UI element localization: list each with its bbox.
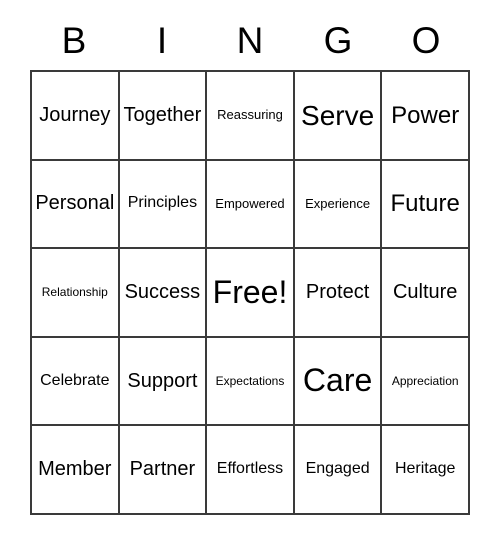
bingo-cell[interactable]: Member bbox=[32, 426, 120, 515]
bingo-cell[interactable]: Future bbox=[382, 160, 470, 250]
bingo-cell-label: Effortless bbox=[216, 460, 284, 478]
bingo-header-letter-0: B bbox=[61, 19, 87, 61]
bingo-grid: Journey Together Reassuring Serve Power Perso… bbox=[30, 70, 470, 515]
bingo-cell-label: Protect bbox=[305, 280, 370, 303]
bingo-cell-label: Free! bbox=[212, 273, 288, 310]
bingo-cell[interactable]: Support bbox=[119, 337, 208, 427]
bingo-cell-label: Engaged bbox=[305, 460, 370, 478]
bingo-cell-label: Appreciation bbox=[391, 373, 459, 388]
bingo-cell-label: Celebrate bbox=[40, 371, 110, 389]
bingo-header-row: BINGO bbox=[30, 14, 470, 66]
bingo-header-letter-2: N bbox=[236, 19, 264, 61]
bingo-cell[interactable]: Effortless bbox=[207, 426, 295, 515]
bingo-cell[interactable]: Expectations bbox=[207, 337, 295, 427]
bingo-cell[interactable]: Care bbox=[294, 337, 383, 427]
bingo-cell-label: Together bbox=[123, 103, 202, 126]
bingo-cell[interactable]: Culture bbox=[382, 249, 470, 338]
bingo-cell-label: Support bbox=[127, 369, 198, 392]
bingo-cell-label: Power bbox=[391, 101, 460, 129]
bingo-cell-label: Principles bbox=[127, 194, 198, 212]
bingo-cell-label: Personal bbox=[35, 192, 115, 215]
bingo-cell[interactable]: Serve bbox=[294, 72, 383, 161]
bingo-cell[interactable]: Together bbox=[119, 72, 208, 161]
bingo-cell[interactable]: Success bbox=[119, 249, 208, 338]
bingo-cell-label: Member bbox=[38, 458, 112, 481]
bingo-cell[interactable]: Engaged bbox=[294, 426, 383, 515]
bingo-cell-label: Partner bbox=[129, 458, 196, 481]
bingo-cell[interactable]: Journey bbox=[32, 72, 120, 161]
bingo-header-letter-1: I bbox=[156, 19, 168, 61]
bingo-cell-label: Heritage bbox=[394, 460, 456, 478]
bingo-cell[interactable]: Power bbox=[382, 72, 470, 161]
bingo-cell[interactable]: Celebrate bbox=[32, 337, 120, 427]
bingo-cell-label: Future bbox=[390, 190, 460, 218]
bingo-header-letter-4: O bbox=[411, 19, 441, 61]
bingo-cell[interactable]: Appreciation bbox=[382, 337, 470, 427]
bingo-cell[interactable]: Protect bbox=[294, 249, 383, 338]
bingo-cell-label: Care bbox=[302, 362, 373, 399]
bingo-cell-label: Expectations bbox=[215, 373, 285, 388]
bingo-cell-label: Experience bbox=[305, 196, 371, 212]
bingo-cell-label: Journey bbox=[39, 103, 111, 126]
bingo-cell[interactable]: Relationship bbox=[32, 249, 120, 338]
bingo-cell-label: Culture bbox=[392, 280, 458, 303]
bingo-cell-label: Success bbox=[124, 280, 201, 303]
bingo-cell[interactable]: Experience bbox=[294, 160, 383, 250]
bingo-cell-label: Relationship bbox=[41, 285, 108, 300]
bingo-card: B I N G O Journey Together Reassuring Serve Powe… bbox=[0, 0, 500, 544]
bingo-cell-label: Serve bbox=[301, 99, 375, 131]
bingo-cell[interactable]: Heritage bbox=[382, 426, 470, 515]
bingo-header-letter-3: G bbox=[323, 19, 353, 61]
bingo-cell-label: Empowered bbox=[215, 196, 285, 212]
bingo-cell[interactable]: Partner bbox=[119, 426, 208, 515]
bingo-cell[interactable]: Reassuring bbox=[207, 72, 295, 161]
bingo-cell[interactable]: Principles bbox=[119, 160, 208, 250]
bingo-cell[interactable]: Personal bbox=[32, 160, 120, 250]
bingo-free-space-cell[interactable]: Free! bbox=[207, 249, 295, 338]
bingo-cell-label: Reassuring bbox=[217, 107, 283, 123]
bingo-cell[interactable]: Empowered bbox=[207, 160, 295, 250]
